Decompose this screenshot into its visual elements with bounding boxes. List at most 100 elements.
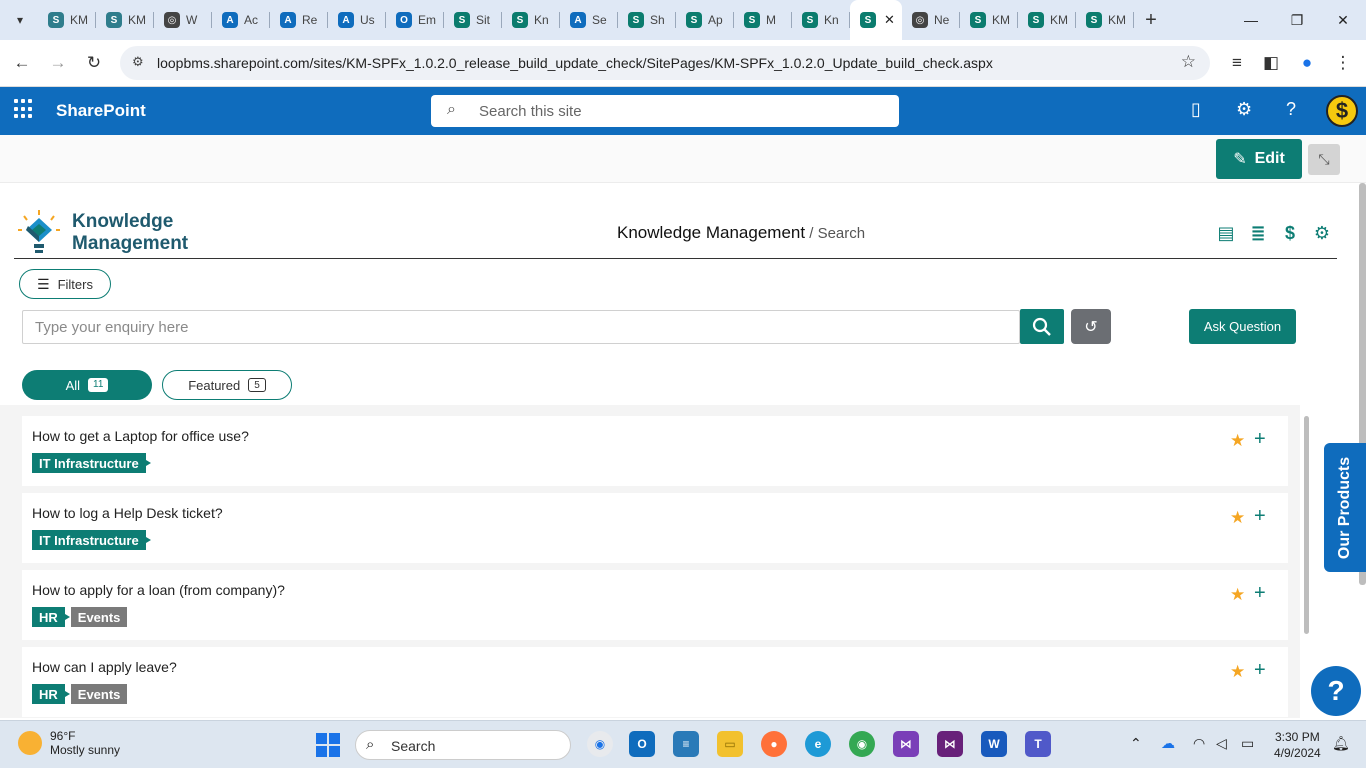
category-tag[interactable]: Events <box>70 607 128 627</box>
file-explorer-icon[interactable]: ▭ <box>717 731 743 757</box>
bookmark-star-icon[interactable]: ☆ <box>1181 52 1196 72</box>
browser-tab[interactable]: S Ap <box>676 0 734 40</box>
enquiry-input[interactable] <box>22 310 1020 344</box>
tab-all[interactable]: All 11 <box>22 370 152 400</box>
visual-studio-code-icon[interactable]: ⋈ <box>893 731 919 757</box>
close-window-button[interactable]: ✕ <box>1320 0 1366 40</box>
question-title[interactable]: How can I apply leave? <box>32 659 177 675</box>
app-launcher-icon[interactable] <box>14 99 34 119</box>
volume-icon[interactable]: ◁ <box>1216 735 1227 752</box>
browser-tab[interactable]: S KM <box>1018 0 1076 40</box>
search-button[interactable] <box>1020 309 1064 344</box>
filters-button[interactable]: ☰ Filters <box>19 269 111 299</box>
clock[interactable]: 3:30 PM 4/9/2024 <box>1274 729 1321 761</box>
browser-tab[interactable]: S Sh <box>618 0 676 40</box>
expand-plus-icon[interactable]: + <box>1254 582 1266 605</box>
url-text[interactable]: loopbms.sharepoint.com/sites/KM-SPFx_1.0… <box>157 55 993 71</box>
browser-tab[interactable]: S KM <box>96 0 154 40</box>
report-document-icon[interactable]: ▤ <box>1216 223 1236 243</box>
profile-icon[interactable]: ● <box>1294 50 1320 76</box>
browser-tab[interactable]: O Em <box>386 0 444 40</box>
browser-tab[interactable]: SM <box>734 0 792 40</box>
browser-tab[interactable]: A Re <box>270 0 328 40</box>
browser-tab[interactable]: A Ac <box>212 0 270 40</box>
browser-tab[interactable]: A Se <box>560 0 618 40</box>
sharepoint-brand[interactable]: SharePoint <box>56 101 146 121</box>
side-panel-icon[interactable]: ◧ <box>1258 50 1284 76</box>
edge-app-icon[interactable]: e <box>805 731 831 757</box>
firefox-app-icon[interactable]: ● <box>761 731 787 757</box>
new-tab-button[interactable]: + <box>1134 0 1168 40</box>
notification-bell-icon[interactable]: 🔔︎ <box>1332 735 1350 752</box>
featured-star-icon[interactable]: ★ <box>1230 431 1245 451</box>
notepad-app-icon[interactable]: ≡ <box>673 731 699 757</box>
word-app-icon[interactable]: W <box>981 731 1007 757</box>
reset-button[interactable]: ↺ <box>1071 309 1111 344</box>
browser-tab[interactable]: S KM <box>960 0 1018 40</box>
expand-plus-icon[interactable]: + <box>1254 505 1266 528</box>
settings-gear-icon[interactable]: ⚙ <box>1236 99 1252 120</box>
user-avatar[interactable]: $ <box>1326 95 1358 127</box>
chevron-up-icon[interactable]: ⌃ <box>1130 735 1142 752</box>
category-tag[interactable]: IT Infrastructure <box>32 453 151 473</box>
back-button[interactable]: ← <box>9 50 35 76</box>
our-products-tab[interactable]: Our Products <box>1324 443 1366 572</box>
featured-star-icon[interactable]: ★ <box>1230 662 1245 682</box>
wifi-icon[interactable]: ◠ <box>1193 735 1205 752</box>
onedrive-icon[interactable]: ☁ <box>1161 735 1175 752</box>
site-info-icon[interactable]: ⚙ <box>132 54 144 70</box>
category-tag[interactable]: IT Infrastructure <box>32 530 151 550</box>
battery-icon[interactable]: ▭ <box>1241 735 1254 752</box>
help-icon[interactable]: ? <box>1286 99 1296 120</box>
tab-search-button[interactable]: ▾ <box>8 8 32 32</box>
chrome-app-icon-2[interactable]: ◉ <box>849 731 875 757</box>
analytics-chart-icon[interactable]: ≣ <box>1248 223 1268 243</box>
category-tag[interactable]: HR <box>32 684 70 704</box>
phone-icon[interactable]: ▯ <box>1191 99 1201 120</box>
featured-star-icon[interactable]: ★ <box>1230 508 1245 528</box>
expand-plus-icon[interactable]: + <box>1254 428 1266 451</box>
forward-button[interactable]: → <box>45 50 71 76</box>
question-title[interactable]: How to log a Help Desk ticket? <box>32 505 223 521</box>
edit-button[interactable]: ✎ Edit <box>1216 139 1302 179</box>
browser-tab[interactable]: S Kn <box>792 0 850 40</box>
browser-tab[interactable]: A Us <box>328 0 386 40</box>
settings-cog-icon[interactable]: ⚙ <box>1312 223 1332 243</box>
expand-plus-icon[interactable]: + <box>1254 659 1266 682</box>
browser-tab[interactable]: S ✕ <box>850 0 902 40</box>
question-card[interactable]: How can I apply leave? HR Events ★ + <box>22 647 1288 717</box>
help-chat-button[interactable]: ? <box>1311 666 1361 716</box>
visual-studio-icon[interactable]: ⋈ <box>937 731 963 757</box>
question-card[interactable]: How to get a Laptop for office use? IT In… <box>22 416 1288 486</box>
start-button[interactable] <box>316 733 340 757</box>
ask-question-button[interactable]: Ask Question <box>1189 309 1296 344</box>
question-title[interactable]: How to get a Laptop for office use? <box>32 428 249 444</box>
category-tag[interactable]: Events <box>70 684 128 704</box>
chrome-menu-icon[interactable]: ⋮ <box>1330 50 1356 76</box>
restore-button[interactable]: ❐ <box>1274 0 1320 40</box>
question-title[interactable]: How to apply for a loan (from company)? <box>32 582 285 598</box>
tab-featured[interactable]: Featured 5 <box>162 370 292 400</box>
browser-tab[interactable]: S Kn <box>502 0 560 40</box>
browser-tab[interactable]: S KM <box>1076 0 1134 40</box>
taskbar-search[interactable]: ⌕ Search <box>355 730 571 760</box>
media-controls-icon[interactable]: ≡ <box>1224 50 1250 76</box>
minimize-button[interactable]: — <box>1228 0 1274 40</box>
omnibox[interactable]: ⚙ loopbms.sharepoint.com/sites/KM-SPFx_1… <box>120 46 1210 80</box>
weather-widget[interactable]: 96°F Mostly sunny <box>18 729 120 757</box>
reload-button[interactable]: ↻ <box>81 50 107 76</box>
featured-star-icon[interactable]: ★ <box>1230 585 1245 605</box>
results-scrollbar[interactable] <box>1304 416 1309 634</box>
browser-tab[interactable]: ◎ Ne <box>902 0 960 40</box>
browser-tab[interactable]: S KM <box>38 0 96 40</box>
site-search-box[interactable]: ⌕ Search this site <box>431 95 899 127</box>
browser-tab[interactable]: S Sit <box>444 0 502 40</box>
dollar-icon[interactable]: $ <box>1280 223 1300 243</box>
browser-tab[interactable]: ◎ W <box>154 0 212 40</box>
chrome-app-icon[interactable]: ◉ <box>587 731 613 757</box>
outlook-app-icon[interactable]: O <box>629 731 655 757</box>
close-tab-icon[interactable]: ✕ <box>884 12 895 28</box>
collapse-button[interactable]: ⤡ <box>1308 144 1340 175</box>
question-card[interactable]: How to apply for a loan (from company)? H… <box>22 570 1288 640</box>
category-tag[interactable]: HR <box>32 607 70 627</box>
